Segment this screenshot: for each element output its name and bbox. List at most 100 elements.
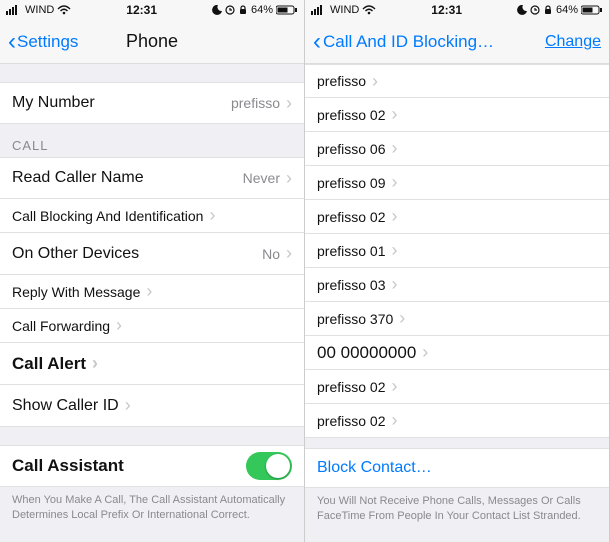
chevron-right-icon: › <box>286 168 292 189</box>
label: prefisso 09 <box>317 175 385 191</box>
moon-icon <box>517 5 527 15</box>
chevron-right-icon: › <box>391 240 397 261</box>
value: No <box>262 246 280 262</box>
carrier-label: WIND <box>330 4 359 16</box>
wifi-icon <box>362 5 376 15</box>
row-other-devices[interactable]: On Other Devices No › <box>0 233 304 275</box>
label: Read Caller Name <box>12 169 144 187</box>
label: prefisso 02 <box>317 413 385 429</box>
lock-icon <box>543 5 553 15</box>
signal-icon <box>6 5 22 15</box>
chevron-right-icon: › <box>391 172 397 193</box>
row-show-caller-id[interactable]: Show Caller ID › <box>0 385 304 427</box>
status-bar: WIND 12:31 64% <box>305 0 609 20</box>
label: My Number <box>12 94 95 112</box>
label: Call Alert <box>12 354 86 374</box>
row-call-alert[interactable]: Call Alert › <box>0 343 304 385</box>
label: prefisso 02 <box>317 379 385 395</box>
row-read-caller-name[interactable]: Read Caller Name Never › <box>0 157 304 199</box>
battery-icon <box>276 5 298 15</box>
row-call-assistant[interactable]: Call Assistant <box>0 445 304 487</box>
content: My Number prefisso › CALL Read Caller Na… <box>0 64 304 542</box>
battery-icon <box>581 5 603 15</box>
label: prefisso 02 <box>317 107 385 123</box>
list-item[interactable]: prefisso 01 › <box>305 234 609 268</box>
chevron-right-icon: › <box>146 281 152 302</box>
chevron-right-icon: › <box>391 274 397 295</box>
chevron-right-icon: › <box>391 206 397 227</box>
alarm-icon <box>530 5 540 15</box>
list-item[interactable]: prefisso 09 › <box>305 166 609 200</box>
list-item[interactable]: 00 00000000 › <box>305 336 609 370</box>
label: prefisso 06 <box>317 141 385 157</box>
signal-icon <box>311 5 327 15</box>
chevron-right-icon: › <box>391 138 397 159</box>
value: prefisso <box>231 95 280 111</box>
chevron-right-icon: › <box>116 315 122 336</box>
chevron-right-icon: › <box>372 71 378 92</box>
chevron-right-icon: › <box>125 395 131 416</box>
chevron-right-icon: › <box>391 104 397 125</box>
change-button[interactable]: Change <box>545 33 601 51</box>
call-assistant-switch[interactable] <box>246 452 292 480</box>
chevron-right-icon: › <box>92 353 98 374</box>
label: Call Forwarding <box>12 318 110 334</box>
list-item[interactable]: prefisso › <box>305 64 609 98</box>
label: Reply With Message <box>12 284 140 300</box>
label: prefisso 370 <box>317 311 393 327</box>
footer-text: You Will Not Receive Phone Calls, Messag… <box>305 488 609 534</box>
chevron-left-icon: ‹ <box>8 30 16 54</box>
list-item[interactable]: prefisso 02 › <box>305 404 609 438</box>
label: Block Contact… <box>317 459 432 477</box>
chevron-right-icon: › <box>286 93 292 114</box>
label: Call Blocking And Identification <box>12 208 203 224</box>
nav-bar: ‹ Settings Phone <box>0 20 304 64</box>
page-title: Call And ID Blocking… <box>323 32 494 52</box>
row-reply-message[interactable]: Reply With Message › <box>0 275 304 309</box>
row-call-blocking[interactable]: Call Blocking And Identification › <box>0 199 304 233</box>
page-title: Phone <box>126 31 178 52</box>
list-item[interactable]: prefisso 02 › <box>305 200 609 234</box>
chevron-right-icon: › <box>422 342 428 363</box>
label: On Other Devices <box>12 245 139 263</box>
status-time: 12:31 <box>431 3 462 17</box>
status-bar: WIND 12:31 64% <box>0 0 304 20</box>
battery-text: 64% <box>556 4 578 16</box>
status-time: 12:31 <box>126 3 157 17</box>
lock-icon <box>238 5 248 15</box>
wifi-icon <box>57 5 71 15</box>
chevron-right-icon: › <box>286 243 292 264</box>
value: Never <box>243 170 280 186</box>
chevron-right-icon: › <box>209 205 215 226</box>
block-contact-button[interactable]: Block Contact… <box>305 448 609 488</box>
list-item[interactable]: prefisso 02 › <box>305 370 609 404</box>
phone-right: WIND 12:31 64% ‹ Call And ID Blocking… C… <box>305 0 610 542</box>
row-call-forwarding[interactable]: Call Forwarding › <box>0 309 304 343</box>
chevron-right-icon: › <box>391 410 397 431</box>
label: Call Assistant <box>12 456 124 476</box>
nav-bar: ‹ Call And ID Blocking… Change <box>305 20 609 64</box>
carrier-label: WIND <box>25 4 54 16</box>
battery-text: 64% <box>251 4 273 16</box>
label: prefisso <box>317 73 366 89</box>
row-my-number[interactable]: My Number prefisso › <box>0 82 304 124</box>
chevron-left-icon[interactable]: ‹ <box>313 30 321 54</box>
list-item[interactable]: prefisso 370 › <box>305 302 609 336</box>
section-header-calls: CALL <box>0 124 304 157</box>
label: prefisso 02 <box>317 209 385 225</box>
back-button[interactable]: ‹ Settings <box>8 30 78 54</box>
list-item[interactable]: prefisso 02 › <box>305 98 609 132</box>
moon-icon <box>212 5 222 15</box>
label: Show Caller ID <box>12 397 119 415</box>
list-item[interactable]: prefisso 06 › <box>305 132 609 166</box>
alarm-icon <box>225 5 235 15</box>
label: prefisso 01 <box>317 243 385 259</box>
phone-left: WIND 12:31 64% ‹ Settings Phone My Numbe… <box>0 0 305 542</box>
label: 00 00000000 <box>317 343 416 363</box>
list-item[interactable]: prefisso 03 › <box>305 268 609 302</box>
chevron-right-icon: › <box>391 376 397 397</box>
label: prefisso 03 <box>317 277 385 293</box>
chevron-right-icon: › <box>399 308 405 329</box>
blocked-list: prefisso › prefisso 02 › prefisso 06 › pref… <box>305 64 609 542</box>
back-label: Settings <box>17 32 78 52</box>
